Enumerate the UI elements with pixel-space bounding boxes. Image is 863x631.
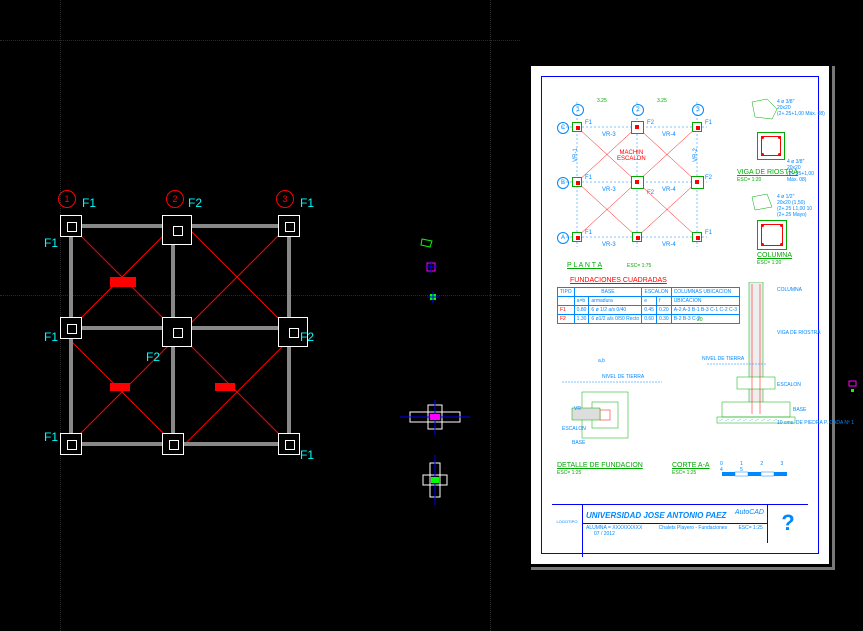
label-f1: F1	[44, 236, 58, 250]
layout-plan-title: P L A N T A	[567, 262, 602, 269]
label-f1: F1	[44, 330, 58, 344]
label-f1: F1	[300, 196, 314, 210]
label-f2: F2	[188, 196, 202, 210]
marker-green	[427, 290, 439, 308]
layout-border: 1 2 3 C B A F1 F2 F1 VR-3 VR-4 VR-1 VR-2…	[541, 76, 819, 554]
foundation-plan	[60, 215, 310, 465]
label-f2: F2	[300, 330, 314, 344]
label-f2: F2	[146, 350, 160, 364]
layout-sheet: 1 2 3 C B A F1 F2 F1 VR-3 VR-4 VR-1 VR-2…	[530, 65, 830, 565]
titleblock: LOGOTIPO UNIVERSIDAD JOSE ANTONIO PAEZ A…	[552, 504, 808, 543]
layout-plan: 1 2 3 C B A F1 F2 F1 VR-3 VR-4 VR-1 VR-2…	[557, 102, 717, 252]
section-detail-2	[418, 455, 458, 510]
axis-2: 2	[166, 190, 184, 208]
university-name: UNIVERSIDAD JOSE ANTONIO PAEZ	[582, 511, 726, 520]
model-space[interactable]: 1 2 3 F1 F2 F1 F1 F1 F2 F2 F1 F1	[0, 0, 520, 631]
detalle-fundacion: a,b NIVEL DE TIERRA VR ESCALON BASE	[562, 362, 662, 452]
label-f1: F1	[82, 196, 96, 210]
sheet-number: ?	[767, 505, 808, 543]
scale-bar: 0 1 2 3 4 5	[722, 467, 802, 485]
label-f1: F1	[44, 430, 58, 444]
section-detail-1	[400, 400, 470, 445]
corte-aa: COLUMNA VIGA DE RIOSTRA NIVEL DE TIERRA …	[707, 282, 817, 442]
viga-riostra-detail: 4 ø 3/8'' 20x20 (2+.25+1,00 Máx. 08) 4 ø…	[742, 97, 812, 167]
axis-3: 3	[276, 190, 294, 208]
software-name: AutoCAD	[735, 509, 764, 516]
shape-green	[420, 236, 434, 254]
label-f1: F1	[300, 448, 314, 462]
axis-1: 1	[58, 190, 76, 208]
marker-magenta	[425, 260, 437, 278]
cursor-marker	[848, 380, 858, 396]
